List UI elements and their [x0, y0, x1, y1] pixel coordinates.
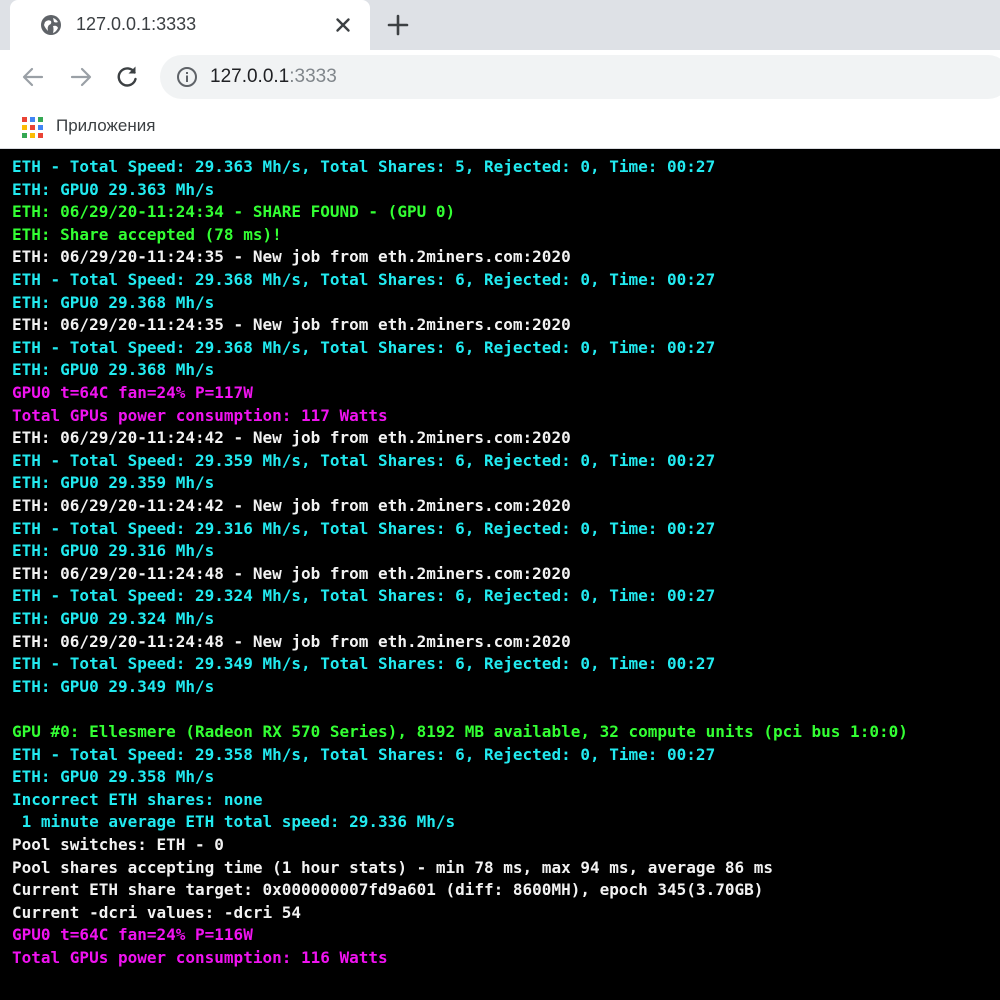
- reload-icon[interactable]: [113, 63, 141, 91]
- browser-window: 127.0.0.1:3333 127.0.0.1:3333 Приложения…: [0, 0, 1000, 1000]
- close-icon[interactable]: [331, 13, 355, 37]
- terminal-line: ETH: GPU0 29.368 Mh/s: [12, 360, 215, 380]
- terminal-line: Current -dcri values: -dcri 54: [12, 902, 301, 922]
- terminal-line: GPU0 t=64C fan=24% P=117W: [12, 383, 253, 402]
- terminal-line: ETH: GPU0 29.359 Mh/s: [12, 473, 215, 493]
- toolbar: 127.0.0.1:3333: [0, 50, 1000, 104]
- terminal-line: ETH - Total Speed: 29.358 Mh/s, Total Sh…: [12, 744, 716, 764]
- terminal-line: ETH: GPU0 29.349 Mh/s: [12, 676, 215, 696]
- address-bar[interactable]: 127.0.0.1:3333: [160, 55, 1000, 99]
- terminal-line: ETH: 06/29/20-11:24:48 - New job from et…: [12, 631, 571, 651]
- terminal-line: GPU #0: Ellesmere (Radeon RX 570 Series)…: [12, 722, 908, 741]
- terminal-line: Incorrect ETH shares: none: [12, 789, 263, 809]
- browser-tab[interactable]: 127.0.0.1:3333: [10, 0, 370, 50]
- terminal-line: ETH: 06/29/20-11:24:42 - New job from et…: [12, 496, 571, 515]
- globe-icon: [41, 15, 61, 35]
- terminal-line: Total GPUs power consumption: 117 Watts: [12, 405, 388, 425]
- terminal-line: ETH - Total Speed: 29.363 Mh/s, Total Sh…: [12, 157, 716, 176]
- terminal-line: ETH: 06/29/20-11:24:42 - New job from et…: [12, 428, 571, 448]
- terminal-line: ETH: Share accepted (78 ms)!: [12, 224, 282, 244]
- terminal-line: Pool shares accepting time (1 hour stats…: [12, 857, 773, 877]
- terminal-line: ETH - Total Speed: 29.316 Mh/s, Total Sh…: [12, 518, 716, 538]
- url-port: :3333: [289, 66, 337, 87]
- terminal-line: ETH: 06/29/20-11:24:35 - New job from et…: [12, 247, 571, 267]
- terminal-line: ETH: GPU0 29.316 Mh/s: [12, 541, 215, 561]
- back-arrow-icon[interactable]: [19, 63, 47, 91]
- terminal-line: 1 minute average ETH total speed: 29.336…: [12, 812, 456, 832]
- terminal-line: ETH - Total Speed: 29.324 Mh/s, Total Sh…: [12, 586, 716, 606]
- terminal-line: ETH - Total Speed: 29.368 Mh/s, Total Sh…: [12, 337, 716, 357]
- terminal-line: ETH: GPU0 29.324 Mh/s: [12, 609, 215, 628]
- apps-grid-icon[interactable]: [22, 117, 43, 138]
- terminal-line: ETH: 06/29/20-11:24:48 - New job from et…: [12, 563, 571, 583]
- terminal-line: Pool switches: ETH - 0: [12, 835, 224, 854]
- terminal-line: ETH - Total Speed: 29.359 Mh/s, Total Sh…: [12, 450, 716, 470]
- terminal-line: ETH: 06/29/20-11:24:34 - SHARE FOUND - (…: [12, 202, 456, 222]
- bookmarks-bar: Приложения: [0, 104, 1000, 149]
- forward-arrow-icon[interactable]: [67, 63, 95, 91]
- terminal-line: ETH: GPU0 29.368 Mh/s: [12, 292, 215, 312]
- url-host: 127.0.0.1: [210, 66, 290, 87]
- tab-strip: 127.0.0.1:3333: [0, 0, 1000, 50]
- new-tab-plus-icon[interactable]: [385, 12, 411, 38]
- terminal-line: Total GPUs power consumption: 116 Watts: [12, 948, 388, 967]
- url-text[interactable]: 127.0.0.1:3333: [210, 66, 337, 88]
- tab-title: 127.0.0.1:3333: [76, 14, 197, 34]
- apps-bookmark-label[interactable]: Приложения: [56, 115, 155, 137]
- terminal-line: ETH - Total Speed: 29.349 Mh/s, Total Sh…: [12, 654, 716, 674]
- terminal-output: ETH - Total Speed: 29.363 Mh/s, Total Sh…: [0, 149, 1000, 1000]
- terminal-line: ETH: GPU0 29.358 Mh/s: [12, 767, 215, 787]
- terminal-line: ETH: 06/29/20-11:24:35 - New job from et…: [12, 315, 571, 335]
- terminal-line: Current ETH share target: 0x000000007fd9…: [12, 880, 764, 900]
- terminal-line: ETH - Total Speed: 29.368 Mh/s, Total Sh…: [12, 270, 716, 289]
- terminal-line: ETH: GPU0 29.363 Mh/s: [12, 179, 215, 199]
- info-icon[interactable]: [176, 66, 198, 88]
- terminal-line: GPU0 t=64C fan=24% P=116W: [12, 925, 253, 945]
